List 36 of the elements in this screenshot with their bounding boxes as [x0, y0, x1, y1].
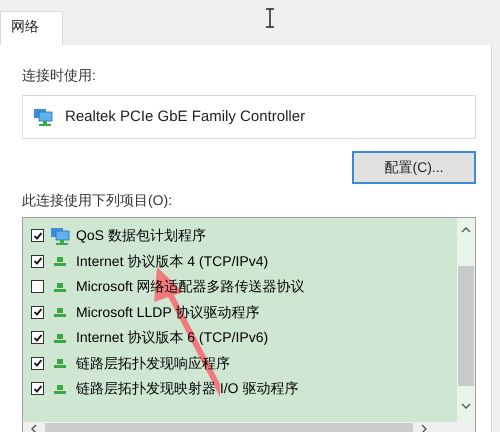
scrollbar-thumb[interactable]: [458, 266, 474, 386]
scroll-up-icon[interactable]: [461, 226, 471, 234]
vertical-scrollbar[interactable]: [457, 218, 475, 422]
network-protocol-icon: [53, 357, 67, 370]
computer-icon: [33, 107, 53, 127]
scroll-left-icon[interactable]: [31, 424, 37, 432]
list-item[interactable]: QoS 数据包计划程序: [76, 225, 206, 246]
checkbox[interactable]: [31, 254, 44, 268]
checkbox[interactable]: [31, 382, 44, 396]
tab[interactable]: 网络: [0, 11, 63, 45]
connect-using-label: 连接时使用:: [22, 66, 97, 85]
computer-icon: [50, 226, 70, 246]
checkbox[interactable]: [31, 356, 44, 370]
adapter-field: Realtek PCIe GbE Family Controller: [22, 95, 476, 139]
network-protocol-icon: [53, 255, 67, 268]
network-protocol-icon: [53, 382, 67, 395]
items-label: 此连接使用下列项目(O):: [22, 191, 174, 210]
checkbox[interactable]: [31, 229, 44, 242]
list-item[interactable]: 链路层拓扑发现映射器 I/O 驱动程序: [76, 378, 298, 400]
checkbox[interactable]: [31, 331, 44, 344]
scroll-down-icon[interactable]: [461, 402, 471, 410]
checkbox[interactable]: [31, 280, 44, 294]
list-item[interactable]: 链路层拓扑发现响应程序: [76, 352, 230, 374]
list-item[interactable]: Internet 协议版本 4 (TCP/IPv4): [76, 250, 268, 272]
network-protocol-icon: [53, 332, 67, 344]
horizontal-scrollbar[interactable]: [23, 422, 475, 432]
scroll-right-icon[interactable]: [421, 424, 427, 432]
list-item[interactable]: Internet 协议版本 6 (TCP/IPv6): [76, 327, 268, 348]
list-item[interactable]: Microsoft 网络适配器多路传送器协议: [76, 276, 305, 298]
configure-button[interactable]: 配置(C)...: [352, 151, 476, 184]
network-protocol-icon: [53, 280, 67, 293]
scrollbar-thumb[interactable]: [45, 423, 413, 432]
network-protocol-icon: [53, 306, 67, 318]
text-cursor-icon: [264, 8, 276, 28]
list-item[interactable]: Microsoft LLDP 协议驱动程序: [76, 302, 260, 323]
checkbox[interactable]: [31, 306, 44, 319]
